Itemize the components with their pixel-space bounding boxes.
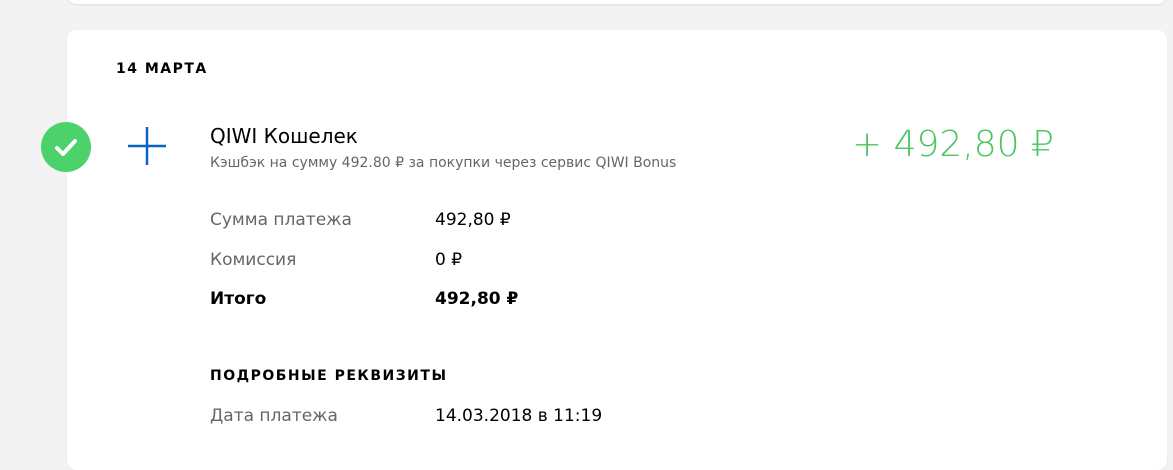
previous-transaction-card (67, 0, 1167, 4)
total-label: Итого (210, 289, 267, 309)
provider-name: QIWI Кошелек (210, 124, 358, 148)
payment-sum-value: 492,80 ₽ (435, 210, 511, 230)
transaction-amount: + 492,80 ₽ (852, 124, 1054, 165)
payment-date-value: 14.03.2018 в 11:19 (435, 406, 603, 426)
date-header: 14 МАРТА (116, 61, 208, 77)
commission-value: 0 ₽ (435, 250, 463, 270)
payment-sum-label: Сумма платежа (210, 210, 352, 230)
success-check-icon (41, 122, 91, 172)
details-section-title: ПОДРОБНЫЕ РЕКВИЗИТЫ (210, 368, 448, 384)
payment-date-label: Дата платежа (210, 406, 338, 426)
plus-icon (127, 126, 167, 166)
total-value: 492,80 ₽ (435, 289, 519, 309)
transaction-description: Кэшбэк на сумму 492.80 ₽ за покупки чере… (210, 155, 677, 171)
commission-label: Комиссия (210, 250, 297, 270)
